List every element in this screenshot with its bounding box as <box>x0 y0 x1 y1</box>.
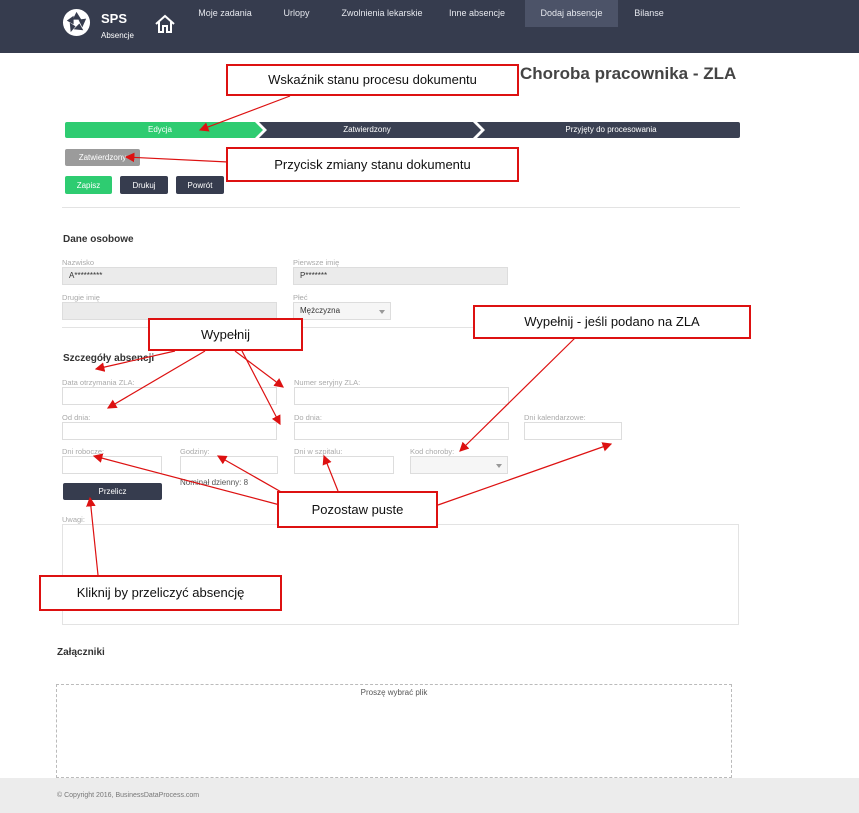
file-dropzone[interactable]: Proszę wybrać plik <box>56 684 732 778</box>
to-date-label: Do dnia: <box>294 413 322 422</box>
back-button[interactable]: Powrót <box>176 176 224 194</box>
divider <box>62 207 740 208</box>
nav-dodaj-absencje[interactable]: Dodaj absencje <box>525 0 618 27</box>
annotation-status-button: Przycisk zmiany stanu dokumentu <box>226 147 519 182</box>
nav-inne-absencje[interactable]: Inne absencje <box>443 0 511 27</box>
save-button[interactable]: Zapisz <box>65 176 112 194</box>
work-days-input[interactable] <box>62 456 162 474</box>
work-days-label: Dni robocze: <box>62 447 105 456</box>
from-date-label: Od dnia: <box>62 413 91 422</box>
absence-details-heading: Szczegóły absencji <box>63 353 155 364</box>
nav-zwolnienia-lekarskie[interactable]: Zwolnienia lekarskie <box>334 0 430 27</box>
annotation-process-indicator: Wskaźnik stanu procesu dokumentu <box>226 64 519 96</box>
nav-moje-zadania[interactable]: Moje zadania <box>190 0 260 27</box>
firstname-field: P******* <box>293 267 508 285</box>
sex-label: Płeć <box>293 293 308 302</box>
notes-label: Uwagi: <box>62 515 85 524</box>
dropzone-text: Proszę wybrać plik <box>360 688 428 697</box>
nav-urlopy[interactable]: Urlopy <box>274 0 319 27</box>
annotation-fill: Wypełnij <box>148 318 303 351</box>
recalculate-button[interactable]: Przelicz <box>63 483 162 500</box>
nav-bilanse[interactable]: Bilanse <box>624 0 674 27</box>
disease-code-select[interactable] <box>410 456 508 474</box>
hospital-days-label: Dni w szpitalu: <box>294 447 343 456</box>
step-przyjety: Przyjęty do procesowania <box>565 125 657 134</box>
personal-data-heading: Dane osobowe <box>63 234 134 245</box>
print-button[interactable]: Drukuj <box>120 176 168 194</box>
hospital-days-input[interactable] <box>294 456 394 474</box>
disease-code-label: Kod choroby: <box>410 447 455 456</box>
annotation-fill-if-given: Wypełnij - jeśli podano na ZLA <box>473 305 751 339</box>
hours-label: Godziny: <box>180 447 210 456</box>
from-date-input[interactable] <box>62 422 277 440</box>
sex-value: Mężczyzna <box>300 306 341 315</box>
annotation-leave-empty: Pozostaw puste <box>277 491 438 528</box>
change-status-button[interactable]: Zatwierdzony <box>65 149 140 166</box>
attachments-heading: Załączniki <box>57 647 105 658</box>
daily-nominal: Nominał dzienny: 8 <box>180 478 249 487</box>
secondname-label: Drugie imię <box>62 293 100 302</box>
chevron-down-icon <box>379 310 385 314</box>
firstname-label: Pierwsze imię <box>293 258 340 267</box>
annotation-recalculate: Kliknij by przeliczyć absencję <box>39 575 282 611</box>
hours-input[interactable] <box>180 456 278 474</box>
to-date-input[interactable] <box>294 422 509 440</box>
chevron-down-icon <box>496 464 502 468</box>
serial-label: Numer seryjny ZLA: <box>294 378 361 387</box>
step-zatwierdzony: Zatwierdzony <box>343 125 391 134</box>
copyright: © Copyright 2016, BusinessDataProcess.co… <box>57 792 200 799</box>
calendar-days-label: Dni kalendarzowe: <box>524 413 586 422</box>
surname-field: A********* <box>62 267 277 285</box>
brand-subtitle: Absencje <box>101 31 134 40</box>
page-title: Choroba pracownika - ZLA <box>520 64 737 83</box>
date-received-input[interactable] <box>62 387 277 405</box>
date-received-label: Data otrzymania ZLA: <box>62 378 135 387</box>
aperture-logo-icon <box>62 8 91 37</box>
calendar-days-input[interactable] <box>524 422 622 440</box>
serial-number-input[interactable] <box>294 387 509 405</box>
home-icon[interactable] <box>154 13 176 35</box>
surname-label: Nazwisko <box>62 258 95 267</box>
brand-name[interactable]: SPS <box>101 11 127 26</box>
step-edycja: Edycja <box>147 125 172 134</box>
sex-select[interactable]: Mężczyzna <box>293 302 391 320</box>
